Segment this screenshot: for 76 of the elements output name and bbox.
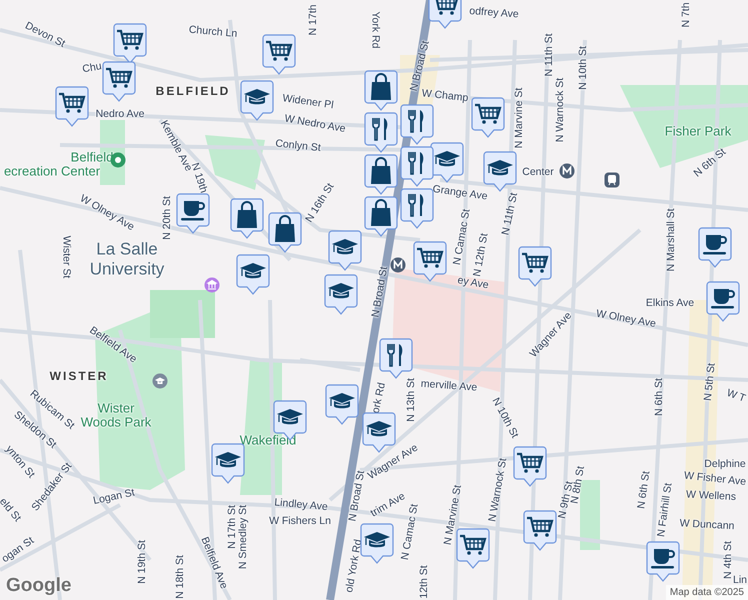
street-label: Chu [82,61,102,75]
street-label: Lindley Ave [274,497,328,513]
street-label: N 11th St [544,34,554,76]
park-label: Fisher Park [664,124,732,138]
street-label: N 11th St [500,192,520,236]
street-label: N 19th St [136,540,148,584]
street-label: N 5th St [702,362,718,402]
street-label: N 17th [308,4,318,36]
neighborhood-label: BELFIELD [156,85,230,97]
park-label: Woods Park [80,416,152,428]
street-label: N Broad St [347,470,367,522]
street-label: N 6th St [636,470,652,510]
metro-icon[interactable] [559,163,575,179]
map-logo: Google [6,576,72,595]
street-label: N 17th St [226,505,238,549]
park-label: Belfield [70,150,114,164]
street-label: N 7th [680,2,692,28]
street-label: N 10th St [490,396,520,440]
attribution-text: Map data ©2025 [666,585,748,600]
street-label: N Marvine St [442,484,464,546]
street-label: N 6th St [692,146,728,180]
neighborhood-label: WISTER [50,370,108,382]
street-label: Logan St [92,488,136,506]
street-label: N Broad St [370,266,390,318]
campus-label: La Salle [96,240,158,258]
campus-label: University [90,260,164,278]
street-label: 12th St [418,565,430,599]
street-label: Delphine [704,458,746,470]
street-label: N Warnock St [487,457,509,523]
street-label: merville Ave [420,378,478,394]
street-label: Grange Ave [432,184,488,202]
street-label: N 4th St [722,541,734,579]
school-icon[interactable] [152,373,168,389]
building-icon[interactable] [204,277,220,293]
street-label: N 19th [189,162,209,194]
street-label: W Fishers Ln [269,516,331,526]
street-label: Lin [733,574,747,586]
street-label: N 6th St [654,378,664,416]
street-label: York Rd [370,12,380,48]
street-label: N Marshall St [666,208,676,272]
park-label: Wister [98,402,134,414]
street-label: Center [522,166,554,178]
street-label: ogan St [0,535,36,565]
street-label: Wister St [60,236,72,278]
street-label: Widener Pl [282,93,334,111]
street-label: Church Ln [188,24,238,40]
park-label: ecreation Center [4,164,100,178]
street-label: N Camac St [452,208,472,266]
street-label: Conlyn St [274,138,322,154]
street-label: N 20th St [162,196,172,240]
street-label: Elkins Ave [646,298,694,308]
street-label: W Fisher Ave [684,470,746,488]
train-icon[interactable] [604,172,620,188]
street-label: N 18th St [174,555,186,599]
street-label: odfrey Ave [468,6,520,20]
street-label: N Smedley St [238,504,248,570]
street-label: W Wellens [686,489,736,503]
street-label: N 10th St [578,46,588,90]
street-label: N 13th St [406,378,416,422]
park-label: Wakefield [240,434,296,446]
street-label: N 12th St [472,232,490,278]
street-label: Nedro Ave [96,108,144,120]
street-label: ork Rd [370,382,388,414]
park-area [205,135,265,190]
street-label: old York Rd [344,538,364,594]
street-label: N Marvine St [514,88,524,148]
street-label: N Warnock St [554,78,566,142]
street-label: ey Ave [456,275,490,291]
street-label: N Fairhill St [656,482,674,538]
street-label: W Nedro Ave [284,113,346,135]
park-area [580,480,600,550]
street-label: W Champ [421,88,469,104]
street-label: W T [725,388,747,404]
metro-icon[interactable] [390,257,406,273]
street-label: W Olney Ave [595,308,657,330]
street-label: W Duncann [679,518,735,532]
